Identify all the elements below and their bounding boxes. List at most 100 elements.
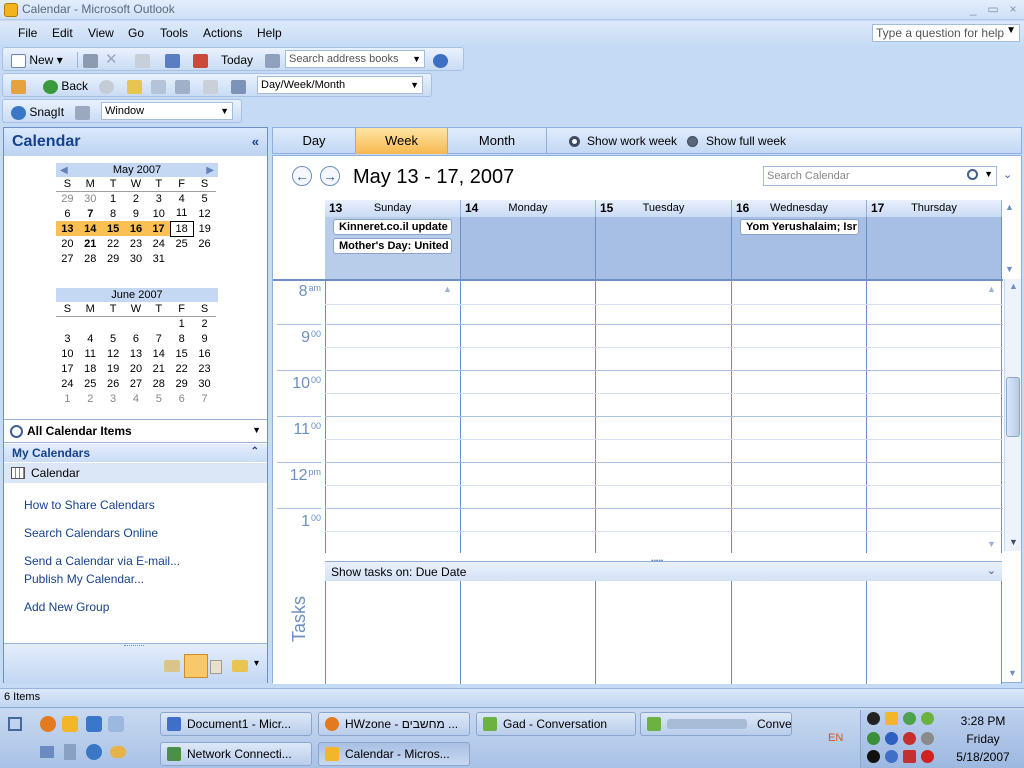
day-cell[interactable]: 6 (56, 206, 79, 221)
find-icon[interactable] (165, 51, 180, 69)
binoculars-icon[interactable] (110, 746, 126, 758)
day-cell[interactable]: 19 (193, 221, 216, 236)
menu-view[interactable]: View (88, 26, 114, 40)
day-cell[interactable]: 1 (56, 391, 79, 406)
day-cell[interactable]: 4 (125, 391, 148, 406)
scroll-down-icon[interactable]: ▼ (1005, 264, 1014, 274)
device-icon[interactable] (903, 750, 916, 763)
show-work-week-radio[interactable] (569, 136, 580, 147)
show-full-week-label[interactable]: Show full week (706, 134, 786, 148)
day-cell[interactable]: 26 (102, 376, 125, 391)
day-cell[interactable]: 12 (102, 346, 125, 361)
day-cell[interactable]: 21 (147, 361, 170, 376)
clock[interactable]: 3:28 PM Friday 5/18/2007 (953, 712, 1013, 766)
scrollbar-thumb[interactable] (1006, 377, 1020, 437)
taskbar-window-hwzone[interactable]: HWzone - מחשבים ... (318, 712, 470, 736)
day-column[interactable] (325, 281, 461, 553)
day-cell[interactable]: 3 (56, 331, 79, 346)
all-day-cell[interactable] (461, 217, 596, 279)
day-cell[interactable]: 30 (125, 251, 148, 266)
day-cell[interactable]: 6 (170, 391, 193, 406)
day-cell[interactable]: 9 (193, 331, 216, 346)
day-cell[interactable]: 22 (170, 361, 193, 376)
folder-up-icon[interactable] (127, 77, 142, 95)
day-cell[interactable]: 9 (125, 206, 148, 221)
splitter-handle[interactable] (124, 645, 144, 648)
snagit-capture-icon[interactable] (75, 103, 90, 121)
day-cell[interactable]: 8 (170, 331, 193, 346)
day-week-month-icon[interactable] (231, 77, 246, 95)
day-header[interactable]: 17 Thursday (867, 200, 1002, 217)
next-month-icon[interactable]: ▶ (206, 164, 214, 178)
day-cell[interactable]: 14 (147, 346, 170, 361)
day-cell[interactable]: 24 (56, 376, 79, 391)
day-column[interactable] (732, 281, 867, 553)
outlook-tray-icon[interactable] (885, 712, 898, 725)
day-cell[interactable]: 5 (147, 391, 170, 406)
tasks-header[interactable]: Show tasks on: Due Date ⌄ ••••• (325, 558, 1002, 581)
today-button[interactable]: Today (221, 51, 253, 69)
maximize-button[interactable]: ▭ (984, 2, 1002, 16)
show-work-week-label[interactable]: Show work week (587, 134, 677, 148)
day-cell[interactable]: 21 (79, 236, 102, 251)
day-cell[interactable]: 4 (170, 191, 193, 206)
day-header[interactable]: 13 Sunday (325, 200, 461, 217)
day-cell[interactable]: 11 (79, 346, 102, 361)
x-icon[interactable] (867, 750, 880, 763)
day-column[interactable] (461, 281, 596, 553)
show-full-week-radio[interactable] (687, 136, 698, 147)
device-icon[interactable] (64, 744, 76, 760)
day-cell[interactable]: 30 (193, 376, 216, 391)
task-cell[interactable] (596, 581, 732, 684)
folder-list-icon[interactable] (151, 77, 166, 95)
splitter-handle[interactable]: ••••• (651, 558, 663, 565)
day-cell[interactable]: 24 (147, 236, 170, 251)
day-cell[interactable]: 7 (147, 331, 170, 346)
messenger-icon[interactable] (108, 716, 124, 732)
taskbar-window-document1[interactable]: Document1 - Micr... (160, 712, 312, 736)
chevron-down-icon[interactable]: ▼ (220, 104, 229, 118)
alert-icon[interactable] (921, 750, 934, 763)
day-cell[interactable]: 27 (56, 251, 79, 266)
menu-edit[interactable]: Edit (52, 26, 73, 40)
snagit-mode-select[interactable]: Window ▼ (101, 102, 233, 120)
forward-icon[interactable] (99, 77, 114, 95)
day-column[interactable] (596, 281, 732, 553)
day-cell[interactable]: 2 (79, 391, 102, 406)
day-cell[interactable]: 3 (102, 391, 125, 406)
outlook-today-icon[interactable] (11, 77, 26, 95)
cursor-icon[interactable] (867, 712, 880, 725)
scroll-down-icon[interactable]: ▼ (1008, 668, 1017, 678)
day-cell[interactable]: 10 (56, 346, 79, 361)
chevron-down-icon[interactable]: ▼ (984, 169, 993, 179)
menu-help[interactable]: Help (257, 26, 282, 40)
configure-buttons-icon[interactable]: ▾ (254, 658, 259, 669)
address-card-icon[interactable] (193, 51, 208, 69)
tasks-icon[interactable] (210, 660, 222, 674)
day-cell[interactable]: 22 (102, 236, 125, 251)
firefox-icon[interactable] (40, 716, 56, 732)
task-cell[interactable] (325, 581, 461, 684)
task-cell[interactable] (732, 581, 867, 684)
minimize-button[interactable]: _ (964, 2, 982, 16)
my-calendars-header[interactable]: My Calendars ⌃ (4, 444, 267, 462)
all-day-event[interactable]: Kinneret.co.il update (333, 219, 452, 235)
day-cell[interactable]: 31 (147, 251, 170, 266)
time-scrollbar[interactable]: ▲ ▼ (1004, 279, 1021, 551)
snagit-icon[interactable] (86, 744, 102, 760)
folder-icon[interactable] (232, 660, 248, 672)
all-day-cell[interactable] (867, 217, 1002, 279)
day-cell[interactable]: 12 (193, 206, 216, 221)
move-icon[interactable] (135, 51, 150, 69)
disk-icon[interactable] (921, 732, 934, 745)
scroll-down-icon[interactable]: ▼ (1009, 537, 1018, 547)
search-calendar-input[interactable]: Search Calendar ▼ (763, 166, 997, 186)
security-icon[interactable] (867, 732, 880, 745)
day-column[interactable] (867, 281, 1002, 553)
day-cell[interactable]: 25 (79, 376, 102, 391)
language-indicator[interactable]: EN (828, 732, 843, 744)
day-cell[interactable]: 2 (125, 191, 148, 206)
menu-tools[interactable]: Tools (160, 26, 188, 40)
bluetooth-icon[interactable] (885, 732, 898, 745)
day-cell[interactable]: 19 (102, 361, 125, 376)
